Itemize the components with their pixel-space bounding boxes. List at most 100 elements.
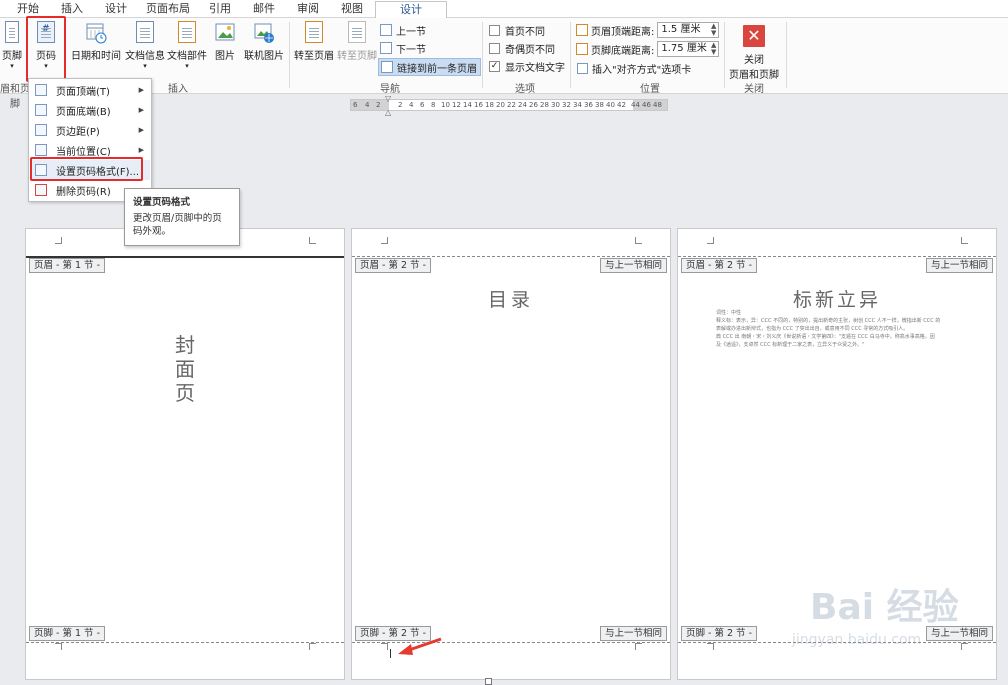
- show-doc-text-label: 显示文档文字: [505, 62, 565, 74]
- tab-view[interactable]: 视图: [334, 1, 370, 17]
- doc-info-button[interactable]: 文档信息 ▾: [124, 21, 166, 70]
- watermark-text: Bai 经验: [810, 587, 959, 628]
- footer-tag: 页脚 - 第 2 节 -: [681, 626, 757, 641]
- prev-section-button[interactable]: 上一节: [380, 22, 426, 38]
- menu-item-label: 页面顶端(T): [56, 86, 110, 98]
- ribbon-tab-bar: 开始 插入 设计 页面布局 引用 邮件 审阅 视图 设计: [0, 0, 1008, 19]
- calendar-clock-icon: [85, 21, 107, 45]
- header-top-input[interactable]: 1.5 厘米 ▲ ▼: [657, 22, 720, 38]
- header-boundary: [678, 256, 996, 257]
- margin-corner: [707, 643, 714, 650]
- body-line: 释义标：表示，异：CCC 不同的，特别的，提出新奇的主张，树创 CCC 人不一样…: [716, 318, 941, 324]
- group-label-close: 关闭: [744, 84, 764, 95]
- diff-first-label: 首页不同: [505, 26, 545, 38]
- page-2[interactable]: 页眉 - 第 2 节 - 与上一节相同 目录 页脚 - 第 2 节 - 与上一节…: [351, 228, 671, 680]
- header-distance-icon: [576, 24, 588, 36]
- footer-button[interactable]: 页脚 ▾: [0, 21, 24, 70]
- footer-tag: 页脚 - 第 1 节 -: [29, 626, 105, 641]
- picture-button[interactable]: 图片: [210, 21, 240, 62]
- resize-handle[interactable]: [485, 678, 492, 685]
- menu-item-label: 页面底端(B): [56, 106, 111, 118]
- header-top-value: 1.5 厘米: [661, 24, 701, 35]
- tab-mailings[interactable]: 邮件: [246, 1, 282, 17]
- horizontal-ruler[interactable]: 6 4 2 2 4 6 8 10 12 14 16 18 20 22 24 26…: [350, 99, 668, 111]
- diff-first-checkbox[interactable]: 首页不同: [489, 22, 545, 38]
- tab-page-layout[interactable]: 页面布局: [142, 1, 194, 17]
- picture-button-label: 图片: [215, 51, 235, 62]
- footer-button-label: 页脚: [2, 51, 22, 62]
- ruler-number: 40: [606, 101, 615, 109]
- tooltip-format-page-numbers: 设置页码格式 更改页眉/页脚中的页码外观。: [124, 188, 240, 246]
- group-label-hf: 眉和页脚: [0, 84, 30, 110]
- footer-bottom-distance: 页脚底端距离: 1.75 厘米 ▲ ▼: [576, 40, 720, 58]
- doc-parts-button[interactable]: 文档部件 ▾: [166, 21, 208, 70]
- insert-align-tab-label: 插入"对齐方式"选项卡: [592, 64, 692, 76]
- annotation-arrow-icon: [398, 637, 442, 655]
- tab-insert[interactable]: 插入: [54, 1, 90, 17]
- submenu-arrow-icon: ▶: [138, 106, 144, 114]
- page-top-icon: [35, 84, 47, 96]
- link-icon: [381, 61, 393, 73]
- close-header-footer-button[interactable]: ✕ 关闭 页眉和页脚: [726, 21, 782, 81]
- header-tag: 页眉 - 第 1 节 -: [29, 258, 105, 273]
- checkbox-box: [489, 24, 500, 36]
- header-boundary: [352, 256, 670, 257]
- ruler-number: 38: [595, 101, 604, 109]
- menu-item-page-margins[interactable]: 页边距(P) ▶: [30, 120, 150, 140]
- margin-corner: [309, 643, 316, 650]
- picture-icon: [214, 21, 236, 45]
- next-section-button[interactable]: 下一节: [380, 40, 426, 56]
- footer-distance-icon: [576, 43, 588, 55]
- hanging-indent-marker[interactable]: △: [385, 109, 393, 117]
- same-as-previous-tag: 与上一节相同: [599, 626, 667, 641]
- tab-hf-design[interactable]: 设计: [375, 1, 447, 19]
- prev-section-label: 上一节: [396, 26, 426, 38]
- footer-bottom-input[interactable]: 1.75 厘米 ▲ ▼: [657, 41, 720, 57]
- ruler-number: 48: [653, 101, 662, 109]
- goto-footer-button[interactable]: 转至页脚: [336, 21, 378, 62]
- group-label-insert: 插入: [168, 84, 188, 95]
- next-section-icon: [380, 42, 392, 54]
- goto-header-icon: [303, 21, 325, 45]
- ruler-number: 6: [420, 101, 425, 109]
- tab-design[interactable]: 设计: [98, 1, 134, 17]
- ruler-number: 30: [551, 101, 560, 109]
- date-time-button[interactable]: 日期和时间: [68, 21, 124, 62]
- diff-odd-even-checkbox[interactable]: 奇偶页不同: [489, 40, 555, 56]
- tab-references[interactable]: 引用: [202, 1, 238, 17]
- body-line: 典 CCC 出 南朝・宋・刘义庆《世说新语・文学第四》："支遁在 CCC 白马寺…: [716, 334, 935, 340]
- ruler-number: 28: [540, 101, 549, 109]
- doc-info-button-label: 文档信息: [125, 51, 165, 62]
- link-to-previous-button[interactable]: 链接到前一条页眉: [378, 58, 481, 76]
- tab-review[interactable]: 审阅: [290, 1, 326, 17]
- group-separator: [482, 22, 483, 88]
- current-position-icon: [35, 144, 47, 156]
- page-1[interactable]: 页眉 - 第 1 节 - 封 面 页 页脚 - 第 1 节 -: [25, 228, 345, 680]
- margin-corner: [635, 643, 642, 650]
- spinner-arrows-icon[interactable]: ▲ ▼: [711, 42, 716, 56]
- spinner-arrows-icon[interactable]: ▲ ▼: [711, 23, 716, 37]
- page3-title: 标新立异: [792, 289, 881, 311]
- goto-header-button[interactable]: 转至页眉: [292, 21, 336, 62]
- header-tag: 页眉 - 第 2 节 -: [355, 258, 431, 273]
- online-picture-button[interactable]: 联机图片: [242, 21, 286, 62]
- submenu-arrow-icon: ▶: [138, 86, 144, 94]
- tab-home[interactable]: 开始: [10, 1, 46, 17]
- show-doc-text-checkbox[interactable]: ✓ 显示文档文字: [489, 58, 565, 74]
- close-icon: ✕: [743, 25, 765, 47]
- document-parts-icon: [176, 21, 198, 45]
- insert-align-tab-button[interactable]: 插入"对齐方式"选项卡: [577, 59, 691, 77]
- margin-corner: [381, 643, 388, 650]
- margin-corner: [381, 237, 388, 244]
- first-line-indent-marker[interactable]: ▽: [385, 95, 393, 103]
- text-cursor: [390, 649, 391, 658]
- page-bottom-icon: [35, 104, 47, 116]
- menu-item-bottom-of-page[interactable]: 页面底端(B) ▶: [30, 100, 150, 120]
- ruler-number: 32: [562, 101, 571, 109]
- margin-corner: [309, 237, 316, 244]
- baidu-watermark: Bai 经验 jingyan.baidu.com: [770, 572, 960, 662]
- menu-item-top-of-page[interactable]: 页面顶端(T) ▶: [30, 80, 150, 100]
- ruler-number: 4: [409, 101, 414, 109]
- same-as-previous-tag: 与上一节相同: [925, 258, 993, 273]
- margin-corner: [55, 643, 62, 650]
